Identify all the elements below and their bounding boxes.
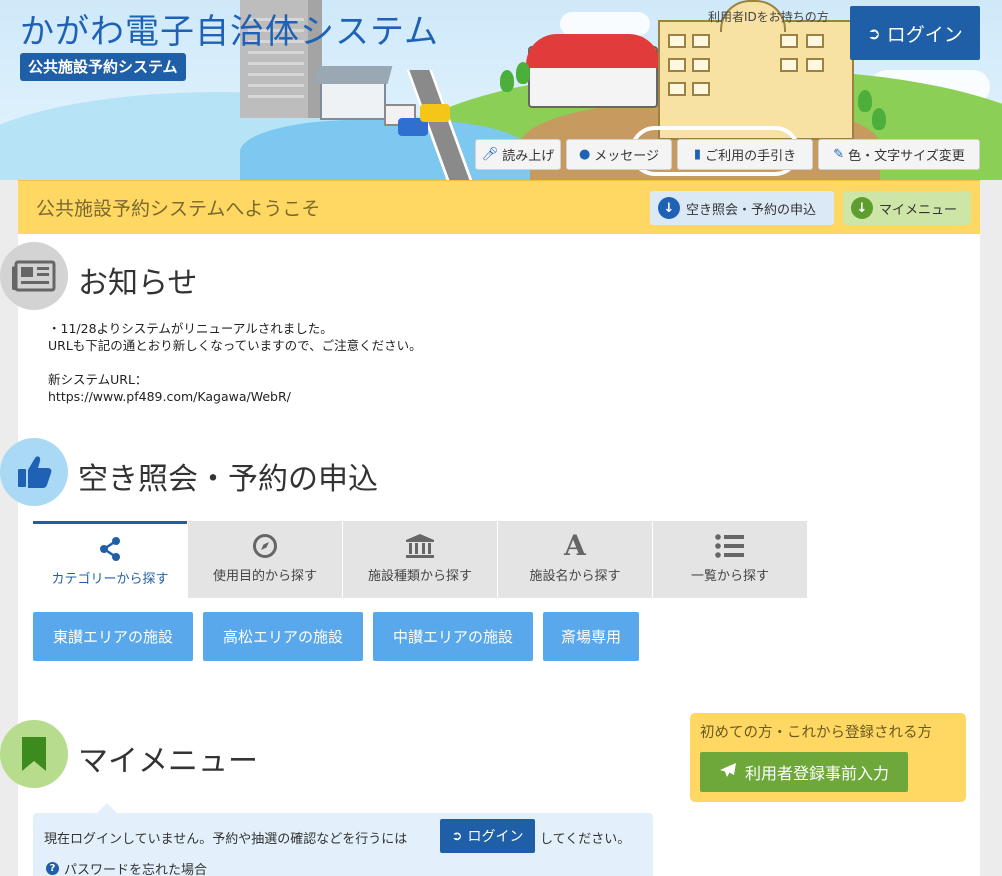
login-status-text: 現在ログインしていません。予約や抽選の確認などを行うには — [44, 832, 408, 847]
user-guide-button[interactable]: ▮ ご利用の手引き — [677, 139, 813, 170]
bookmark-icon — [0, 720, 68, 788]
site-subtitle: 公共施設予約システム — [20, 53, 186, 81]
compass-icon — [188, 533, 342, 559]
read-aloud-label: 読み上げ — [502, 149, 555, 164]
tab-list-label: 一覧から探す — [690, 569, 769, 584]
registration-box: 初めての方・これから登録される方 利用者登録事前入力 — [690, 713, 966, 802]
tab-list[interactable]: 一覧から探す — [653, 521, 807, 598]
area-button-tosan[interactable]: 東讃エリアの施設 — [33, 612, 193, 661]
message-label: メッセージ — [594, 149, 660, 164]
jump-to-mymenu-label: マイメニュー — [879, 202, 958, 218]
pre-registration-label: 利用者登録事前入力 — [744, 764, 889, 783]
tree-illustration — [516, 62, 530, 84]
tree-illustration — [872, 108, 886, 130]
paintbrush-icon: ✎ — [833, 147, 845, 162]
jump-to-reservation-button[interactable]: ↓ 空き照会・予約の申込 — [650, 191, 834, 225]
area-button-funeral-hall[interactable]: 斎場専用 — [543, 612, 639, 661]
tab-facility-type-label: 施設種類から探す — [367, 569, 472, 584]
news-line — [48, 354, 422, 371]
sign-in-icon: ➲ — [867, 23, 881, 43]
arrow-down-circle-icon: ↓ — [658, 197, 680, 219]
arrow-down-circle-icon: ↓ — [851, 197, 873, 219]
microphone-icon: 🎤︎ — [481, 147, 499, 162]
tab-purpose[interactable]: 使用目的から探す — [188, 521, 342, 598]
question-circle-icon: ? — [46, 862, 59, 875]
site-title[interactable]: かがわ電子自治体システム — [20, 4, 439, 53]
area-button-chusan[interactable]: 中讃エリアの施設 — [373, 612, 533, 661]
news-line: 新システムURL： — [48, 372, 148, 387]
sign-in-icon: ➲ — [451, 828, 463, 844]
header-login-button[interactable]: ➲ ログイン — [850, 6, 980, 60]
pre-registration-button[interactable]: 利用者登録事前入力 — [700, 752, 908, 792]
welcome-bar: 公共施設予約システムへようこそ ↓ 空き照会・予約の申込 ↓ マイメニュー — [18, 180, 980, 234]
tab-category-label: カテゴリーから探す — [51, 572, 169, 587]
read-aloud-button[interactable]: 🎤︎ 読み上げ — [475, 139, 561, 170]
book-icon: ▮ — [693, 147, 702, 162]
color-text-size-label: 色・文字サイズ変更 — [848, 149, 965, 164]
news-url: https://www.pf489.com/Kagawa/WebR/ — [48, 389, 291, 404]
cloud-illustration — [560, 12, 650, 36]
tab-facility-name-label: 施設名から探す — [529, 569, 621, 584]
share-icon — [33, 536, 187, 562]
news-line: URLも下記の通とおり新しくなっていますので、ご注意ください。 — [48, 338, 422, 353]
tree-illustration — [858, 90, 872, 112]
school-illustration — [658, 0, 854, 140]
comment-icon: ● — [578, 147, 591, 162]
institution-icon — [343, 533, 497, 559]
user-guide-label: ご利用の手引き — [705, 149, 797, 164]
jump-to-reservation-label: 空き照会・予約の申込 — [686, 202, 817, 218]
house-illustration — [320, 80, 386, 120]
registration-note: 初めての方・これから登録される方 — [700, 725, 932, 741]
tab-facility-name[interactable]: A 施設名から探す — [498, 521, 652, 598]
car-illustration — [420, 104, 450, 122]
thumbs-up-icon — [0, 438, 68, 506]
mymenu-section-title: マイメニュー — [78, 744, 258, 779]
news-line: ・11/28よりシステムがリニューアルされました。 — [48, 321, 333, 336]
area-button-takamatsu[interactable]: 高松エリアの施設 — [203, 612, 363, 661]
welcome-text: 公共施設予約システムへようこそ — [36, 198, 321, 220]
paper-plane-icon — [719, 762, 737, 782]
news-content: ・11/28よりシステムがリニューアルされました。 URLも下記の通とおり新しく… — [48, 320, 422, 405]
tree-illustration — [500, 70, 514, 92]
inline-login-button[interactable]: ➲ ログイン — [440, 819, 535, 853]
header-banner: かがわ電子自治体システム 公共施設予約システム 利用者IDをお持ちの方 ➲ ログ… — [0, 0, 1002, 180]
gymnasium-illustration — [526, 34, 660, 108]
userid-note: 利用者IDをお持ちの方 — [708, 10, 829, 24]
header-login-label: ログイン — [886, 23, 963, 46]
message-button[interactable]: ● メッセージ — [566, 139, 672, 170]
color-text-size-button[interactable]: ✎ 色・文字サイズ変更 — [818, 139, 980, 170]
login-status-suffix: してください。 — [540, 832, 631, 847]
jump-to-mymenu-button[interactable]: ↓ マイメニュー — [843, 191, 971, 225]
forgot-password-link[interactable]: ? パスワードを忘れた場合 — [46, 859, 207, 876]
list-icon — [653, 533, 807, 559]
login-status-box: 現在ログインしていません。予約や抽選の確認などを行うには ➲ ログイン してくだ… — [33, 803, 653, 876]
tab-facility-type[interactable]: 施設種類から探す — [343, 521, 497, 598]
newspaper-icon — [0, 242, 68, 310]
font-a-icon: A — [564, 529, 586, 562]
news-section-title: お知らせ — [78, 266, 198, 301]
tab-category[interactable]: カテゴリーから探す — [33, 521, 187, 598]
forgot-password-label: パスワードを忘れた場合 — [64, 863, 208, 876]
reservation-section-title: 空き照会・予約の申込 — [78, 462, 378, 497]
inline-login-label: ログイン — [467, 829, 524, 845]
tab-purpose-label: 使用目的から探す — [212, 569, 317, 584]
